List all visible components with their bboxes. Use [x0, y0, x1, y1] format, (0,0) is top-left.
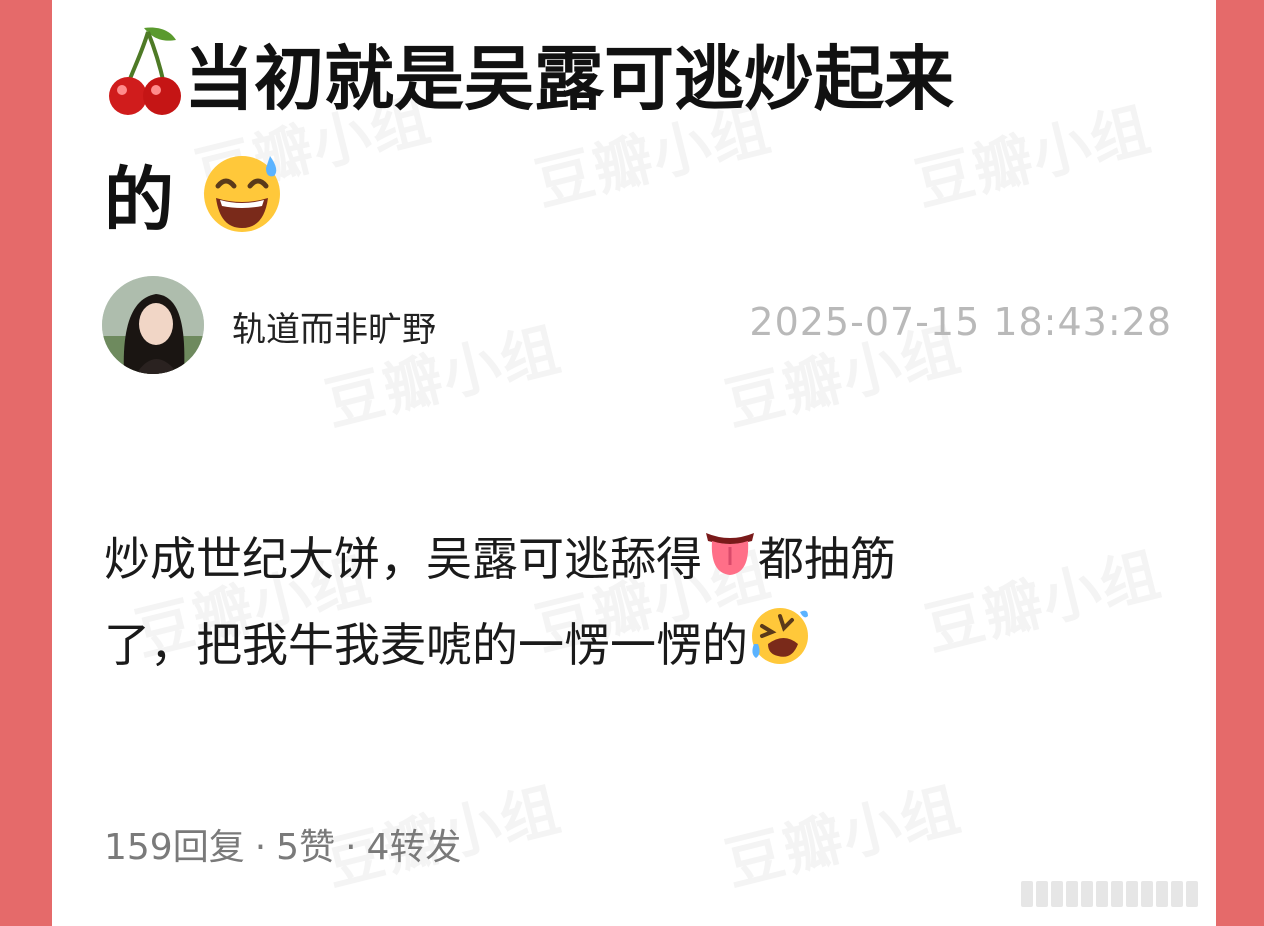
- likes-count[interactable]: 5赞: [276, 827, 335, 868]
- post-title-text-2: 的: [104, 159, 174, 242]
- body-text-part2: 都抽筋: [758, 532, 896, 586]
- post-body: 炒成世纪大饼，吴露可逃舔得 都抽筋 了，把我牛我麦唬的一愣一愣的: [104, 518, 1164, 693]
- post-timestamp: 2025-07-15 18:43:28: [749, 300, 1172, 344]
- post-title-text: 当初就是吴露可逃炒起来: [184, 38, 954, 121]
- body-text-part1: 炒成世纪大饼，吴露可逃舔得: [104, 532, 702, 586]
- separator: ·: [254, 827, 267, 868]
- tongue-emoji: [702, 522, 758, 604]
- author-name[interactable]: 轨道而非旷野: [232, 302, 436, 351]
- blurred-watermark-graphic: [1021, 880, 1198, 908]
- post-title: 当初就是吴露可逃炒起来 的: [104, 22, 1184, 264]
- grinning-sweat-emoji: [198, 146, 288, 264]
- author-row: 轨道而非旷野 2025-07-15 18:43:28: [102, 276, 1172, 376]
- rolling-laughing-emoji: [748, 604, 812, 693]
- watermark: 豆瓣小组: [715, 762, 968, 902]
- post-stats: 159回复 · 5赞 · 4转发: [104, 818, 461, 870]
- body-text-part3: 了，把我牛我麦唬的一愣一愣的: [104, 617, 748, 672]
- separator: ·: [345, 827, 357, 868]
- avatar[interactable]: [102, 276, 204, 374]
- reposts-count[interactable]: 4转发: [367, 827, 462, 868]
- post-card: 豆瓣小组 豆瓣小组 豆瓣小组 豆瓣小组 豆瓣小组 豆瓣小组 豆瓣小组 豆瓣小组 …: [52, 0, 1216, 926]
- cherries-emoji: [104, 22, 184, 146]
- replies-count[interactable]: 159回复: [104, 827, 245, 868]
